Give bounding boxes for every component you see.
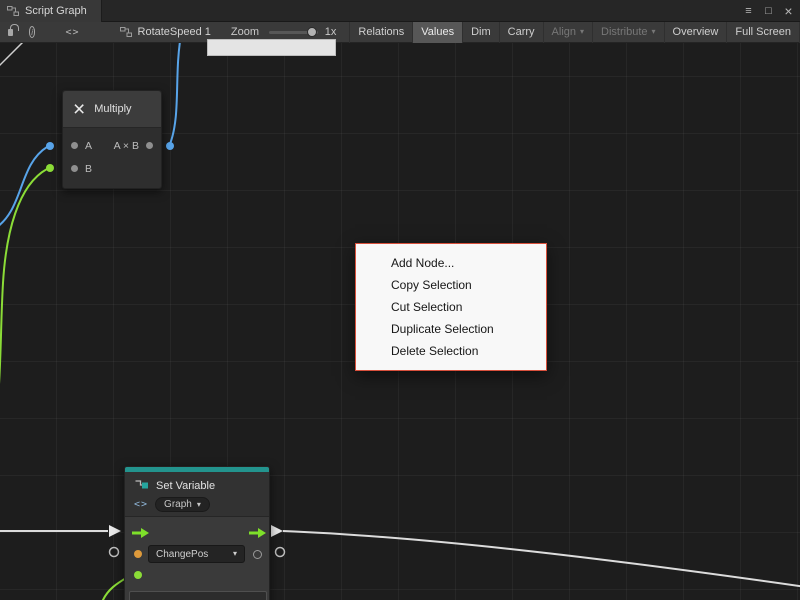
- wire-blue-output[interactable]: [170, 43, 181, 144]
- secondary-input-port[interactable]: [134, 571, 142, 579]
- node-divider: [125, 516, 269, 517]
- set-variable-title-row: Set Variable: [134, 478, 215, 493]
- relations-button[interactable]: Relations: [349, 22, 413, 43]
- value-input-port[interactable]: [134, 550, 142, 558]
- chevron-down-icon: ▾: [652, 28, 656, 36]
- maximize-icon[interactable]: □: [760, 3, 777, 20]
- floating-field[interactable]: [207, 39, 336, 56]
- multiply-icon: ×: [73, 99, 85, 120]
- node-set-variable[interactable]: Set Variable <> Graph ▾ ChangePos: [124, 466, 270, 600]
- full-screen-button[interactable]: Full Screen: [727, 22, 800, 43]
- tab-script-graph[interactable]: Script Graph: [0, 0, 102, 22]
- distribute-button[interactable]: Distribute ▾: [593, 22, 664, 43]
- values-button[interactable]: Values: [413, 22, 463, 43]
- variable-name-value: ChangePos: [156, 549, 208, 560]
- carry-button[interactable]: Carry: [500, 22, 544, 43]
- zoom-value: 1x: [325, 26, 337, 38]
- code-toggle-icon[interactable]: <>: [65, 27, 79, 38]
- wire-flow-out[interactable]: [283, 531, 800, 587]
- tab-bar: Script Graph ≡ □ ×: [0, 0, 800, 22]
- zoom-slider-knob[interactable]: [307, 27, 317, 37]
- graph-canvas[interactable]: × Multiply A A × B B: [0, 43, 800, 600]
- graph-name: RotateSpeed 1: [138, 26, 211, 38]
- port-label-output: A × B: [114, 140, 139, 152]
- graph-breadcrumb[interactable]: RotateSpeed 1: [120, 26, 211, 38]
- align-label: Align: [552, 22, 576, 43]
- flow-input-port[interactable]: [132, 527, 149, 539]
- inline-value-field[interactable]: [129, 591, 267, 600]
- close-icon[interactable]: ×: [780, 3, 797, 20]
- menu-item-add-node[interactable]: Add Node...: [356, 252, 546, 274]
- multiply-body: A A × B B: [63, 128, 161, 188]
- wire-green-left[interactable]: [0, 169, 47, 439]
- chevron-down-icon: ▾: [233, 550, 237, 558]
- window-controls: ≡ □ ×: [740, 0, 797, 22]
- dim-button[interactable]: Dim: [463, 22, 500, 43]
- input-port-a[interactable]: [71, 142, 78, 149]
- variable-name-dropdown[interactable]: ChangePos ▾: [148, 545, 245, 563]
- wire-blue-input[interactable]: [0, 147, 47, 229]
- tab-title: Script Graph: [25, 5, 87, 17]
- menu-item-cut-selection[interactable]: Cut Selection: [356, 296, 546, 318]
- distribute-label: Distribute: [601, 22, 647, 43]
- toolbar-buttons: Relations Values Dim Carry Align ▾ Distr…: [349, 22, 800, 43]
- node-multiply[interactable]: × Multiply A A × B B: [62, 90, 162, 189]
- flow-arrowhead-out: [271, 525, 283, 537]
- multiply-title: Multiply: [94, 103, 131, 115]
- input-port-b[interactable]: [71, 165, 78, 172]
- output-port[interactable]: [146, 142, 153, 149]
- port-dot-blue-out[interactable]: [166, 142, 174, 150]
- zoom-label: Zoom: [231, 26, 259, 38]
- set-variable-title: Set Variable: [156, 480, 215, 492]
- graph-icon: [120, 26, 132, 38]
- value-output-port[interactable]: [253, 550, 262, 559]
- chevron-down-icon: ▾: [197, 501, 201, 509]
- align-button[interactable]: Align ▾: [544, 22, 593, 43]
- multiply-header[interactable]: × Multiply: [63, 91, 161, 128]
- wire-white-topleft[interactable]: [0, 43, 28, 69]
- pane-menu-icon[interactable]: ≡: [740, 3, 757, 20]
- port-dot-hollow-left[interactable]: [110, 548, 119, 557]
- script-graph-icon: [7, 5, 19, 17]
- flow-arrowhead-in: [109, 525, 121, 537]
- set-variable-kind-row: <> Graph ▾: [134, 496, 210, 513]
- port-dot-hollow-right[interactable]: [276, 548, 285, 557]
- port-label-a: A: [85, 140, 92, 152]
- flow-output-port[interactable]: [249, 527, 266, 539]
- variable-scope-icon: <>: [134, 499, 148, 510]
- menu-item-delete-selection[interactable]: Delete Selection: [356, 340, 546, 362]
- overview-button[interactable]: Overview: [665, 22, 728, 43]
- graph-toolbar: i <> RotateSpeed 1 Zoom 1x Relations Val…: [0, 22, 800, 43]
- variable-kind-dropdown[interactable]: Graph ▾: [155, 497, 210, 512]
- multiply-row-b: B: [63, 157, 161, 180]
- multiply-row-a: A A × B: [63, 134, 161, 157]
- context-menu: Add Node... Copy Selection Cut Selection…: [355, 243, 547, 371]
- variable-kind-value: Graph: [164, 499, 192, 510]
- chevron-down-icon: ▾: [580, 28, 584, 36]
- port-label-b: B: [85, 163, 92, 175]
- port-dot-blue-a[interactable]: [46, 142, 54, 150]
- port-dot-green-b[interactable]: [46, 164, 54, 172]
- lock-icon[interactable]: [8, 29, 13, 36]
- zoom-slider[interactable]: [269, 31, 318, 34]
- info-icon[interactable]: i: [29, 26, 36, 38]
- unity-script-graph-window: Script Graph ≡ □ × i <> RotateSpeed 1 Zo…: [0, 0, 800, 600]
- set-variable-icon: [134, 479, 149, 492]
- menu-item-duplicate-selection[interactable]: Duplicate Selection: [356, 318, 546, 340]
- menu-item-copy-selection[interactable]: Copy Selection: [356, 274, 546, 296]
